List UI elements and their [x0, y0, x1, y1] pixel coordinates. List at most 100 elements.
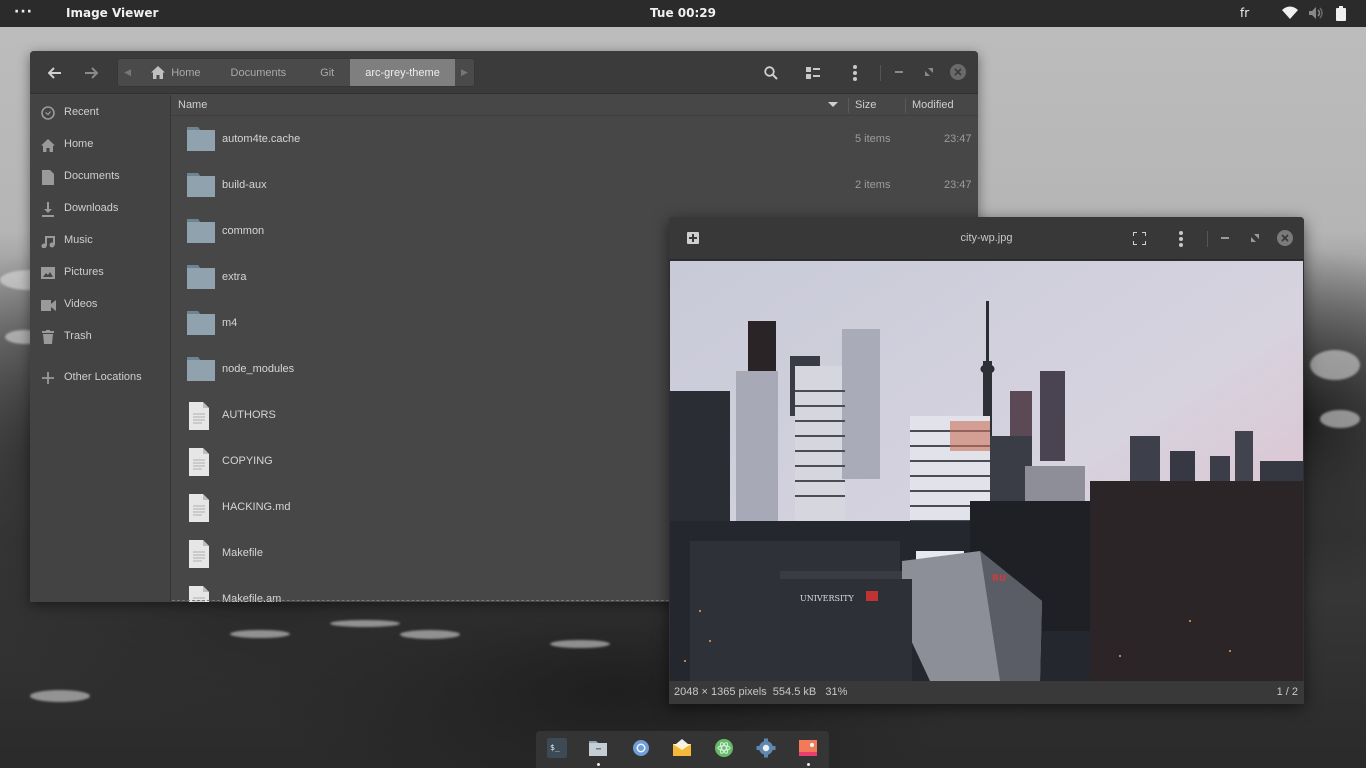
wallpaper-snow: [550, 640, 610, 648]
running-indicator: [807, 763, 810, 766]
sort-descending-icon[interactable]: [828, 98, 838, 113]
wallpaper-snow: [1310, 350, 1360, 380]
wallpaper-snow: [230, 630, 290, 638]
sidebar-item-videos[interactable]: Videos: [30, 289, 170, 321]
file-name: AUTHORS: [222, 409, 276, 421]
image-file-size: 554.5 kB: [772, 686, 817, 698]
text-file-icon: [186, 402, 216, 430]
clock-icon: [40, 105, 56, 121]
sidebar-item-trash[interactable]: Trash: [30, 321, 170, 353]
close-icon[interactable]: [1277, 230, 1293, 246]
file-name: m4: [222, 317, 238, 329]
file-size: 2 items: [855, 179, 891, 191]
dock-atom-icon[interactable]: [714, 738, 734, 758]
breadcrumb-documents[interactable]: Documents: [213, 59, 305, 86]
path-scroll-right-icon[interactable]: ▶: [455, 59, 474, 86]
svg-text:$_: $_: [550, 743, 560, 752]
sidebar-item-home[interactable]: Home: [30, 129, 170, 161]
top-panel: ··· Image Viewer Tue 00:29 fr: [0, 0, 1366, 27]
picture-icon: [40, 265, 56, 281]
dock-terminal-icon[interactable]: $_: [547, 738, 567, 758]
column-separator[interactable]: [905, 98, 906, 113]
file-row[interactable]: autom4te.cache 5 items 23:47: [172, 117, 978, 163]
menu-icon[interactable]: [1173, 229, 1189, 249]
places-sidebar: Recent Home Documents Downloads Music Pi…: [30, 95, 171, 602]
file-name: extra: [222, 271, 247, 283]
column-separator[interactable]: [848, 98, 849, 113]
music-icon: [40, 233, 56, 249]
wifi-icon[interactable]: [1282, 6, 1298, 23]
sidebar-item-music[interactable]: Music: [30, 225, 170, 257]
dock-settings-icon[interactable]: [756, 738, 776, 758]
volume-icon[interactable]: [1308, 6, 1324, 23]
zoom-level: 31%: [825, 686, 848, 698]
file-name: autom4te.cache: [222, 133, 301, 145]
sidebar-label: Trash: [64, 330, 92, 342]
activities-button[interactable]: ···: [14, 4, 33, 20]
text-file-icon: [186, 448, 216, 476]
dock-browser-icon[interactable]: [631, 738, 651, 758]
sidebar-item-documents[interactable]: Documents: [30, 161, 170, 193]
displayed-image[interactable]: VIEWS RU UNIVERSITY: [670, 261, 1303, 681]
maximize-icon[interactable]: [922, 65, 936, 79]
path-scroll-left-icon[interactable]: ◀: [118, 59, 137, 86]
maximize-icon[interactable]: [1248, 231, 1262, 245]
search-icon[interactable]: [762, 64, 780, 82]
sidebar-item-other-locations[interactable]: Other Locations: [30, 362, 170, 394]
back-icon[interactable]: [44, 63, 66, 83]
breadcrumb-git[interactable]: Git: [304, 59, 350, 86]
sidebar-label: Downloads: [64, 202, 119, 214]
sidebar-label: Documents: [64, 170, 120, 182]
view-list-icon[interactable]: [804, 64, 822, 82]
viewer-statusbar: 2048 × 1365 pixels 554.5 kB 31% 1 / 2: [669, 681, 1304, 704]
breadcrumb-arc-grey-theme[interactable]: arc-grey-theme: [350, 59, 455, 86]
sidebar-item-recent[interactable]: Recent: [30, 97, 170, 129]
running-indicator: [597, 763, 600, 766]
open-image-icon[interactable]: [687, 232, 699, 244]
breadcrumb-home[interactable]: Home: [137, 59, 212, 86]
image-position: 1 / 2: [1276, 686, 1298, 698]
dock-image-viewer-icon[interactable]: [798, 738, 818, 758]
folder-icon: [186, 172, 216, 200]
sidebar-item-pictures[interactable]: Pictures: [30, 257, 170, 289]
sidebar-label: Other Locations: [64, 371, 142, 383]
wallpaper-snow: [1320, 410, 1360, 428]
folder-icon: [186, 126, 216, 154]
dock-mail-icon[interactable]: [672, 738, 692, 758]
sidebar-label: Recent: [64, 106, 99, 118]
file-row[interactable]: build-aux 2 items 23:47: [172, 163, 978, 209]
folder-icon: [186, 356, 216, 384]
wallpaper-snow: [330, 620, 400, 627]
viewer-headerbar: city-wp.jpg: [669, 217, 1304, 260]
sidebar-item-downloads[interactable]: Downloads: [30, 193, 170, 225]
file-name: node_modules: [222, 363, 295, 375]
minimize-icon[interactable]: [1218, 231, 1232, 245]
column-modified[interactable]: Modified: [912, 99, 954, 111]
column-header: Name Size Modified: [172, 95, 978, 116]
home-icon: [40, 137, 56, 153]
fullscreen-icon[interactable]: [1131, 230, 1147, 246]
home-icon: [151, 66, 166, 79]
app-menu[interactable]: Image Viewer: [66, 6, 158, 20]
file-name: build-aux: [222, 179, 267, 191]
clock[interactable]: Tue 00:29: [650, 6, 716, 20]
column-name[interactable]: Name: [178, 99, 207, 111]
sidebar-label: Videos: [64, 298, 98, 310]
close-icon[interactable]: [950, 64, 966, 80]
plus-icon: [40, 370, 56, 386]
header-separator: [1207, 231, 1208, 247]
minimize-icon[interactable]: [892, 65, 906, 79]
trash-icon: [40, 329, 56, 345]
dock: $_: [536, 731, 829, 768]
dock-files-icon[interactable]: [588, 738, 608, 758]
image-info: 2048 × 1365 pixels 554.5 kB 31%: [674, 686, 847, 698]
battery-icon[interactable]: [1336, 6, 1346, 24]
breadcrumb-label: Home: [171, 66, 201, 79]
keyboard-language[interactable]: fr: [1240, 6, 1249, 20]
file-modified: 23:47: [944, 133, 972, 145]
forward-icon[interactable]: [80, 63, 102, 83]
university-sign: UNIVERSITY: [800, 594, 855, 603]
sidebar-label: Music: [64, 234, 93, 246]
column-size[interactable]: Size: [855, 99, 876, 111]
menu-icon[interactable]: [846, 63, 864, 83]
